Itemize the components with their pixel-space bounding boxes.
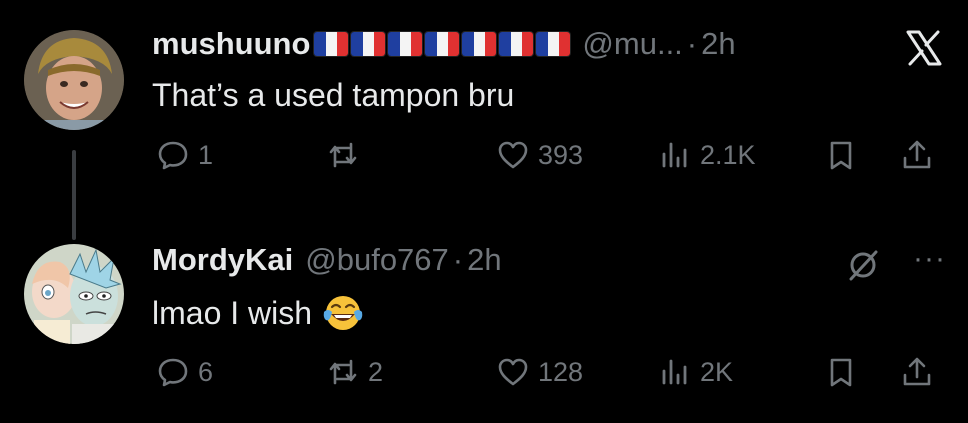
separator: · bbox=[686, 26, 698, 61]
views-count: 2.1K bbox=[700, 140, 756, 170]
tweet-1[interactable]: mushuuno @mu... · 2h That’s a used tampo… bbox=[0, 0, 968, 240]
tweet-2[interactable]: MordyKai @bufo767 · 2h ··· lmao I wish 6… bbox=[0, 210, 968, 423]
separator: · bbox=[452, 242, 464, 277]
repost-button[interactable]: 2 bbox=[326, 355, 383, 389]
share-button[interactable] bbox=[900, 138, 934, 172]
repost-icon bbox=[329, 142, 357, 168]
repost-count: 2 bbox=[368, 357, 384, 387]
views-icon bbox=[662, 359, 687, 385]
like-button[interactable]: 393 bbox=[496, 138, 583, 172]
handle[interactable]: @mu... bbox=[582, 26, 682, 62]
cartoon-avatar-icon bbox=[24, 244, 124, 344]
reply-count: 6 bbox=[198, 357, 214, 387]
share-button[interactable] bbox=[900, 355, 934, 389]
france-flag-icon bbox=[388, 32, 423, 56]
avatar[interactable] bbox=[24, 244, 124, 344]
avatar-photo-icon bbox=[24, 30, 124, 130]
like-button[interactable]: 128 bbox=[496, 355, 583, 389]
like-count: 128 bbox=[538, 357, 584, 387]
tweet-text: lmao I wish bbox=[152, 292, 364, 334]
reply-icon bbox=[158, 141, 188, 170]
share-icon bbox=[903, 357, 931, 386]
tweet-text-content: lmao I wish bbox=[152, 295, 313, 331]
tweet-text: That’s a used tampon bru bbox=[152, 76, 514, 114]
action-bar: 1 393 2.1K bbox=[150, 138, 940, 178]
grok-icon[interactable] bbox=[846, 248, 880, 282]
france-flag-icon bbox=[536, 32, 571, 56]
display-name[interactable]: MordyKai bbox=[152, 242, 293, 278]
avatar[interactable] bbox=[24, 30, 124, 130]
france-flag-icon bbox=[462, 32, 497, 56]
tweet-header: mushuuno @mu... · 2h bbox=[152, 26, 736, 62]
like-count: 393 bbox=[538, 140, 584, 170]
reply-icon bbox=[158, 358, 188, 387]
handle[interactable]: @bufo767 bbox=[305, 242, 449, 278]
france-flags bbox=[314, 32, 571, 56]
reply-button[interactable]: 1 bbox=[156, 138, 213, 172]
tweet-header: MordyKai @bufo767 · 2h bbox=[152, 242, 502, 278]
display-name[interactable]: mushuuno bbox=[152, 26, 310, 62]
repost-button[interactable] bbox=[326, 138, 368, 172]
timestamp[interactable]: 2h bbox=[467, 242, 501, 278]
reply-button[interactable]: 6 bbox=[156, 355, 213, 389]
france-flag-icon bbox=[499, 32, 534, 56]
face-with-tears-of-joy-icon bbox=[322, 292, 364, 334]
heart-icon bbox=[498, 358, 528, 386]
france-flag-icon bbox=[351, 32, 386, 56]
repost-icon bbox=[329, 359, 357, 385]
bookmark-button[interactable] bbox=[824, 355, 858, 389]
views-count: 2K bbox=[700, 357, 734, 387]
x-logo-icon[interactable] bbox=[904, 28, 944, 68]
bookmark-button[interactable] bbox=[824, 138, 858, 172]
bookmark-icon bbox=[830, 141, 852, 170]
france-flag-icon bbox=[314, 32, 349, 56]
views-button[interactable]: 2K bbox=[658, 355, 733, 389]
bookmark-icon bbox=[830, 358, 852, 387]
france-flag-icon bbox=[425, 32, 460, 56]
timestamp[interactable]: 2h bbox=[701, 26, 735, 62]
share-icon bbox=[903, 140, 931, 169]
views-button[interactable]: 2.1K bbox=[658, 138, 756, 172]
action-bar: 6 2 128 2K bbox=[150, 355, 940, 395]
tweet-text-content: That’s a used tampon bru bbox=[152, 77, 515, 113]
more-icon[interactable]: ··· bbox=[913, 244, 946, 274]
heart-icon bbox=[498, 141, 528, 169]
views-icon bbox=[662, 142, 687, 168]
reply-count: 1 bbox=[198, 140, 214, 170]
